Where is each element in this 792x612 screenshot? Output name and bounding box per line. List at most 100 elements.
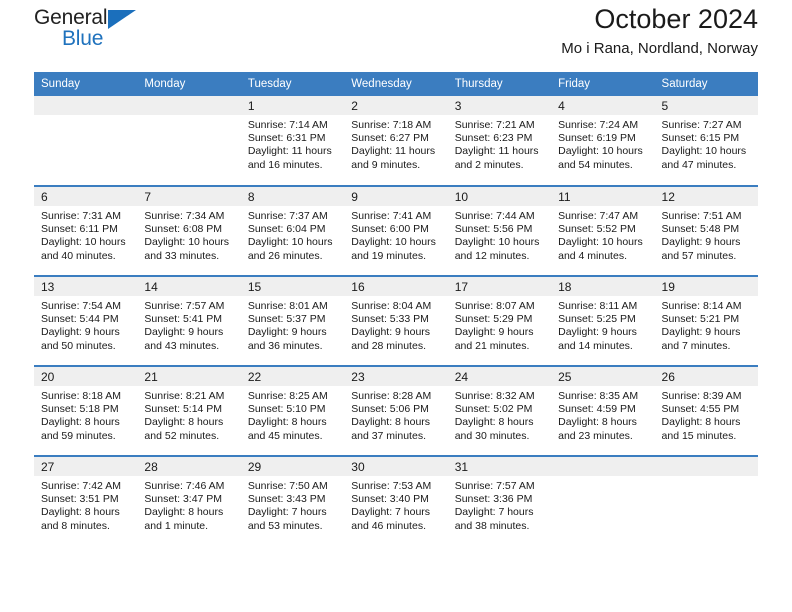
day-details (551, 476, 654, 480)
day-detail-line: Sunrise: 7:53 AM (351, 480, 432, 492)
calendar-day-cell[interactable]: 5 Sunrise: 7:27 AM Sunset: 6:15 PM Daylight… (654, 96, 758, 186)
calendar-day-cell[interactable]: 12 Sunrise: 7:51 AM Sunset: 5:48 PM Dayligh… (654, 185, 758, 276)
day-cell-inner: 27 Sunrise: 7:42 AM Sunset: 3:51 PM Dayligh… (34, 457, 138, 545)
day-detail-line: Daylight: 9 hours (351, 326, 431, 339)
day-detail-line: Daylight: 9 hours (661, 236, 741, 249)
day-cell-inner: 14 Sunrise: 7:57 AM Sunset: 5:41 PM Dayligh… (137, 277, 241, 365)
day-detail-line: Daylight: 9 hours (661, 326, 741, 339)
calendar-page: General Blue October 2024 Mo i Rana, Nor… (0, 0, 792, 612)
day-detail-line: Sunset: 3:47 PM (144, 493, 223, 506)
calendar-day-cell[interactable]: 8 Sunrise: 7:37 AM Sunset: 6:04 PM Daylight… (240, 185, 345, 276)
day-detail-line: Sunrise: 7:21 AM (454, 119, 535, 131)
day-detail-line: Sunset: 5:25 PM (558, 313, 636, 326)
calendar-day-cell[interactable]: 26 Sunrise: 8:39 AM Sunset: 4:55 PM Dayligh… (654, 365, 758, 456)
day-detail-line: and 43 minutes. (144, 339, 220, 352)
calendar-day-cell[interactable]: 20 Sunrise: 8:18 AM Sunset: 5:18 PM Dayligh… (34, 365, 138, 456)
day-detail-line: Sunset: 5:33 PM (351, 313, 429, 326)
day-detail-line: Sunrise: 7:50 AM (247, 480, 328, 492)
day-number: 5 (654, 96, 758, 115)
day-detail-line: Sunset: 5:29 PM (454, 313, 533, 326)
calendar-day-cell[interactable]: 11 Sunrise: 7:47 AM Sunset: 5:52 PM Dayligh… (551, 185, 655, 276)
day-cell-inner: 3 Sunrise: 7:21 AM Sunset: 6:23 PM Daylight… (447, 96, 552, 184)
day-details: Sunrise: 8:21 AM Sunset: 5:14 PM Daylight:… (137, 386, 240, 443)
calendar-day-cell[interactable]: 27 Sunrise: 7:42 AM Sunset: 3:51 PM Dayligh… (34, 455, 138, 546)
day-detail-line: Sunrise: 8:11 AM (558, 300, 638, 312)
day-detail-line: Daylight: 11 hours (247, 145, 332, 158)
calendar-day-cell[interactable]: 17 Sunrise: 8:07 AM Sunset: 5:29 PM Dayligh… (447, 275, 552, 366)
calendar-day-cell[interactable]: 23 Sunrise: 8:28 AM Sunset: 5:06 PM Dayligh… (344, 365, 448, 456)
calendar-day-cell[interactable]: 18 Sunrise: 8:11 AM Sunset: 5:25 PM Dayligh… (551, 275, 655, 366)
day-detail-line: Sunset: 6:23 PM (454, 132, 533, 145)
calendar-day-cell[interactable]: 24 Sunrise: 8:32 AM Sunset: 5:02 PM Dayligh… (447, 365, 552, 456)
calendar-day-cell[interactable]: 1 Sunrise: 7:14 AM Sunset: 6:31 PM Daylight… (240, 96, 345, 186)
day-details: Sunrise: 7:18 AM Sunset: 6:27 PM Daylight:… (344, 115, 447, 172)
day-detail-line: Sunset: 4:55 PM (661, 403, 740, 416)
calendar-day-cell[interactable]: 30 Sunrise: 7:53 AM Sunset: 3:40 PM Dayligh… (344, 455, 448, 546)
calendar-day-cell[interactable]: 10 Sunrise: 7:44 AM Sunset: 5:56 PM Dayligh… (447, 185, 552, 276)
day-detail-line: Sunrise: 8:35 AM (558, 390, 639, 402)
day-detail-line: Sunset: 5:52 PM (558, 223, 636, 236)
day-detail-line: and 30 minutes. (454, 429, 530, 442)
day-detail-line: Sunrise: 7:37 AM (247, 210, 328, 222)
day-details (655, 476, 758, 480)
day-detail-line: Sunrise: 8:39 AM (661, 390, 742, 402)
calendar-day-cell[interactable]: 31 Sunrise: 7:57 AM Sunset: 3:36 PM Dayligh… (447, 455, 552, 546)
calendar-day-cell[interactable]: 3 Sunrise: 7:21 AM Sunset: 6:23 PM Daylight… (447, 96, 552, 186)
day-number: 18 (551, 277, 655, 296)
day-detail-line: and 8 minutes. (41, 519, 110, 532)
calendar-week-row: 27 Sunrise: 7:42 AM Sunset: 3:51 PM Dayligh… (34, 455, 758, 546)
day-cell-inner: 19 Sunrise: 8:14 AM Sunset: 5:21 PM Dayligh… (654, 277, 758, 365)
day-cell-inner: 20 Sunrise: 8:18 AM Sunset: 5:18 PM Dayligh… (34, 367, 138, 455)
day-detail-line: Daylight: 9 hours (558, 326, 637, 339)
day-detail-line: Sunrise: 7:57 AM (454, 480, 535, 492)
day-detail-line: Sunrise: 8:01 AM (247, 300, 328, 312)
day-detail-line: and 4 minutes. (558, 249, 627, 262)
calendar-day-cell[interactable]: 22 Sunrise: 8:25 AM Sunset: 5:10 PM Dayligh… (240, 365, 345, 456)
day-detail-line: Sunset: 6:00 PM (351, 223, 429, 236)
calendar-day-cell[interactable]: 13 Sunrise: 7:54 AM Sunset: 5:44 PM Dayligh… (34, 275, 138, 366)
day-details: Sunrise: 8:14 AM Sunset: 5:21 PM Daylight:… (655, 296, 758, 353)
calendar-day-cell[interactable]: 25 Sunrise: 8:35 AM Sunset: 4:59 PM Dayligh… (551, 365, 655, 456)
day-number: 23 (344, 367, 448, 386)
calendar-day-cell[interactable]: 14 Sunrise: 7:57 AM Sunset: 5:41 PM Dayligh… (137, 275, 241, 366)
day-detail-line: Sunset: 3:43 PM (247, 493, 326, 506)
calendar-day-cell[interactable]: 16 Sunrise: 8:04 AM Sunset: 5:33 PM Dayligh… (344, 275, 448, 366)
calendar-day-cell[interactable]: 4 Sunrise: 7:24 AM Sunset: 6:19 PM Daylight… (551, 96, 655, 186)
day-number (654, 457, 758, 476)
calendar-day-cell[interactable]: 28 Sunrise: 7:46 AM Sunset: 3:47 PM Dayligh… (137, 455, 241, 546)
calendar-day-cell[interactable]: 2 Sunrise: 7:18 AM Sunset: 6:27 PM Daylight… (344, 96, 448, 186)
day-detail-line: Sunset: 5:56 PM (454, 223, 533, 236)
day-number: 24 (447, 367, 552, 386)
day-detail-line: Sunset: 6:15 PM (661, 132, 740, 145)
day-cell-inner: 16 Sunrise: 8:04 AM Sunset: 5:33 PM Dayligh… (344, 277, 448, 365)
calendar-day-cell[interactable]: 19 Sunrise: 8:14 AM Sunset: 5:21 PM Dayligh… (654, 275, 758, 366)
day-number: 7 (137, 187, 241, 206)
calendar-day-cell[interactable]: 21 Sunrise: 8:21 AM Sunset: 5:14 PM Dayligh… (137, 365, 241, 456)
day-number: 1 (240, 96, 345, 115)
day-details: Sunrise: 7:53 AM Sunset: 3:40 PM Daylight:… (344, 476, 447, 533)
day-detail-line: Sunset: 6:04 PM (247, 223, 326, 236)
calendar-empty-cell (34, 96, 138, 186)
day-detail-line: Sunset: 4:59 PM (558, 403, 636, 416)
calendar-day-cell[interactable]: 6 Sunrise: 7:31 AM Sunset: 6:11 PM Daylight… (34, 185, 138, 276)
day-number: 4 (551, 96, 655, 115)
day-cell-inner: 13 Sunrise: 7:54 AM Sunset: 5:44 PM Dayligh… (34, 277, 138, 365)
day-cell-inner (34, 96, 138, 184)
calendar-day-cell[interactable]: 15 Sunrise: 8:01 AM Sunset: 5:37 PM Dayligh… (240, 275, 345, 366)
day-detail-line: and 15 minutes. (661, 429, 737, 442)
calendar-day-cell[interactable]: 7 Sunrise: 7:34 AM Sunset: 6:08 PM Daylight… (137, 185, 241, 276)
day-details: Sunrise: 7:14 AM Sunset: 6:31 PM Daylight:… (241, 115, 344, 172)
day-details: Sunrise: 7:27 AM Sunset: 6:15 PM Daylight:… (655, 115, 758, 172)
day-detail-line: Sunrise: 8:04 AM (351, 300, 432, 312)
day-number: 12 (654, 187, 758, 206)
day-number: 2 (344, 96, 448, 115)
calendar-day-cell[interactable]: 29 Sunrise: 7:50 AM Sunset: 3:43 PM Dayligh… (240, 455, 345, 546)
day-detail-line: Sunrise: 7:41 AM (351, 210, 432, 222)
day-detail-line: Daylight: 11 hours (454, 145, 539, 158)
day-details: Sunrise: 7:44 AM Sunset: 5:56 PM Daylight:… (448, 206, 551, 263)
calendar-day-cell[interactable]: 9 Sunrise: 7:41 AM Sunset: 6:00 PM Daylight… (344, 185, 448, 276)
day-details: Sunrise: 8:39 AM Sunset: 4:55 PM Daylight:… (655, 386, 758, 443)
day-detail-line: Daylight: 8 hours (558, 416, 637, 429)
day-details: Sunrise: 7:57 AM Sunset: 5:41 PM Daylight:… (137, 296, 240, 353)
day-detail-line: Daylight: 7 hours (247, 506, 327, 519)
